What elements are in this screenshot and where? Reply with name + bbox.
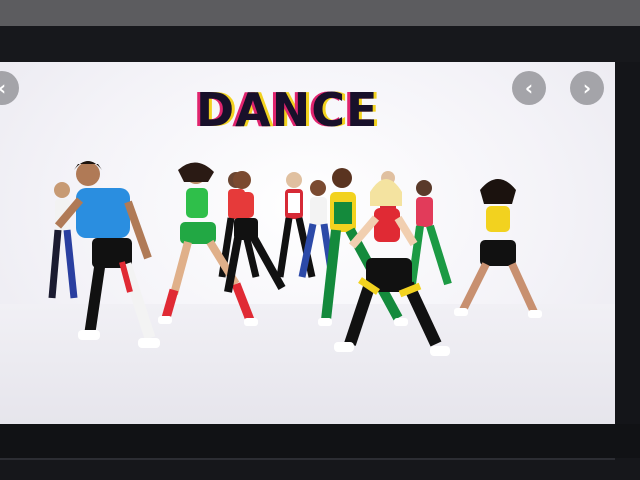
bottom-bar	[0, 424, 640, 458]
header-band	[0, 26, 640, 62]
next-image-button[interactable]: ›	[570, 71, 604, 105]
chevron-right-icon: ›	[582, 76, 592, 100]
chevron-left-icon: ‹	[524, 76, 534, 100]
dancer-green-right	[454, 179, 542, 318]
prev-image-button[interactable]: ‹	[512, 71, 546, 105]
dancer-back-1	[48, 182, 78, 299]
dancers-illustration	[48, 161, 542, 356]
chevron-left-icon: ‹	[0, 76, 6, 100]
bottom-area	[0, 460, 640, 480]
scroll-strip	[615, 62, 640, 424]
browser-top-bar	[0, 0, 640, 26]
dancer-back-5	[408, 180, 452, 286]
dancer-blue-shirt	[54, 161, 160, 348]
